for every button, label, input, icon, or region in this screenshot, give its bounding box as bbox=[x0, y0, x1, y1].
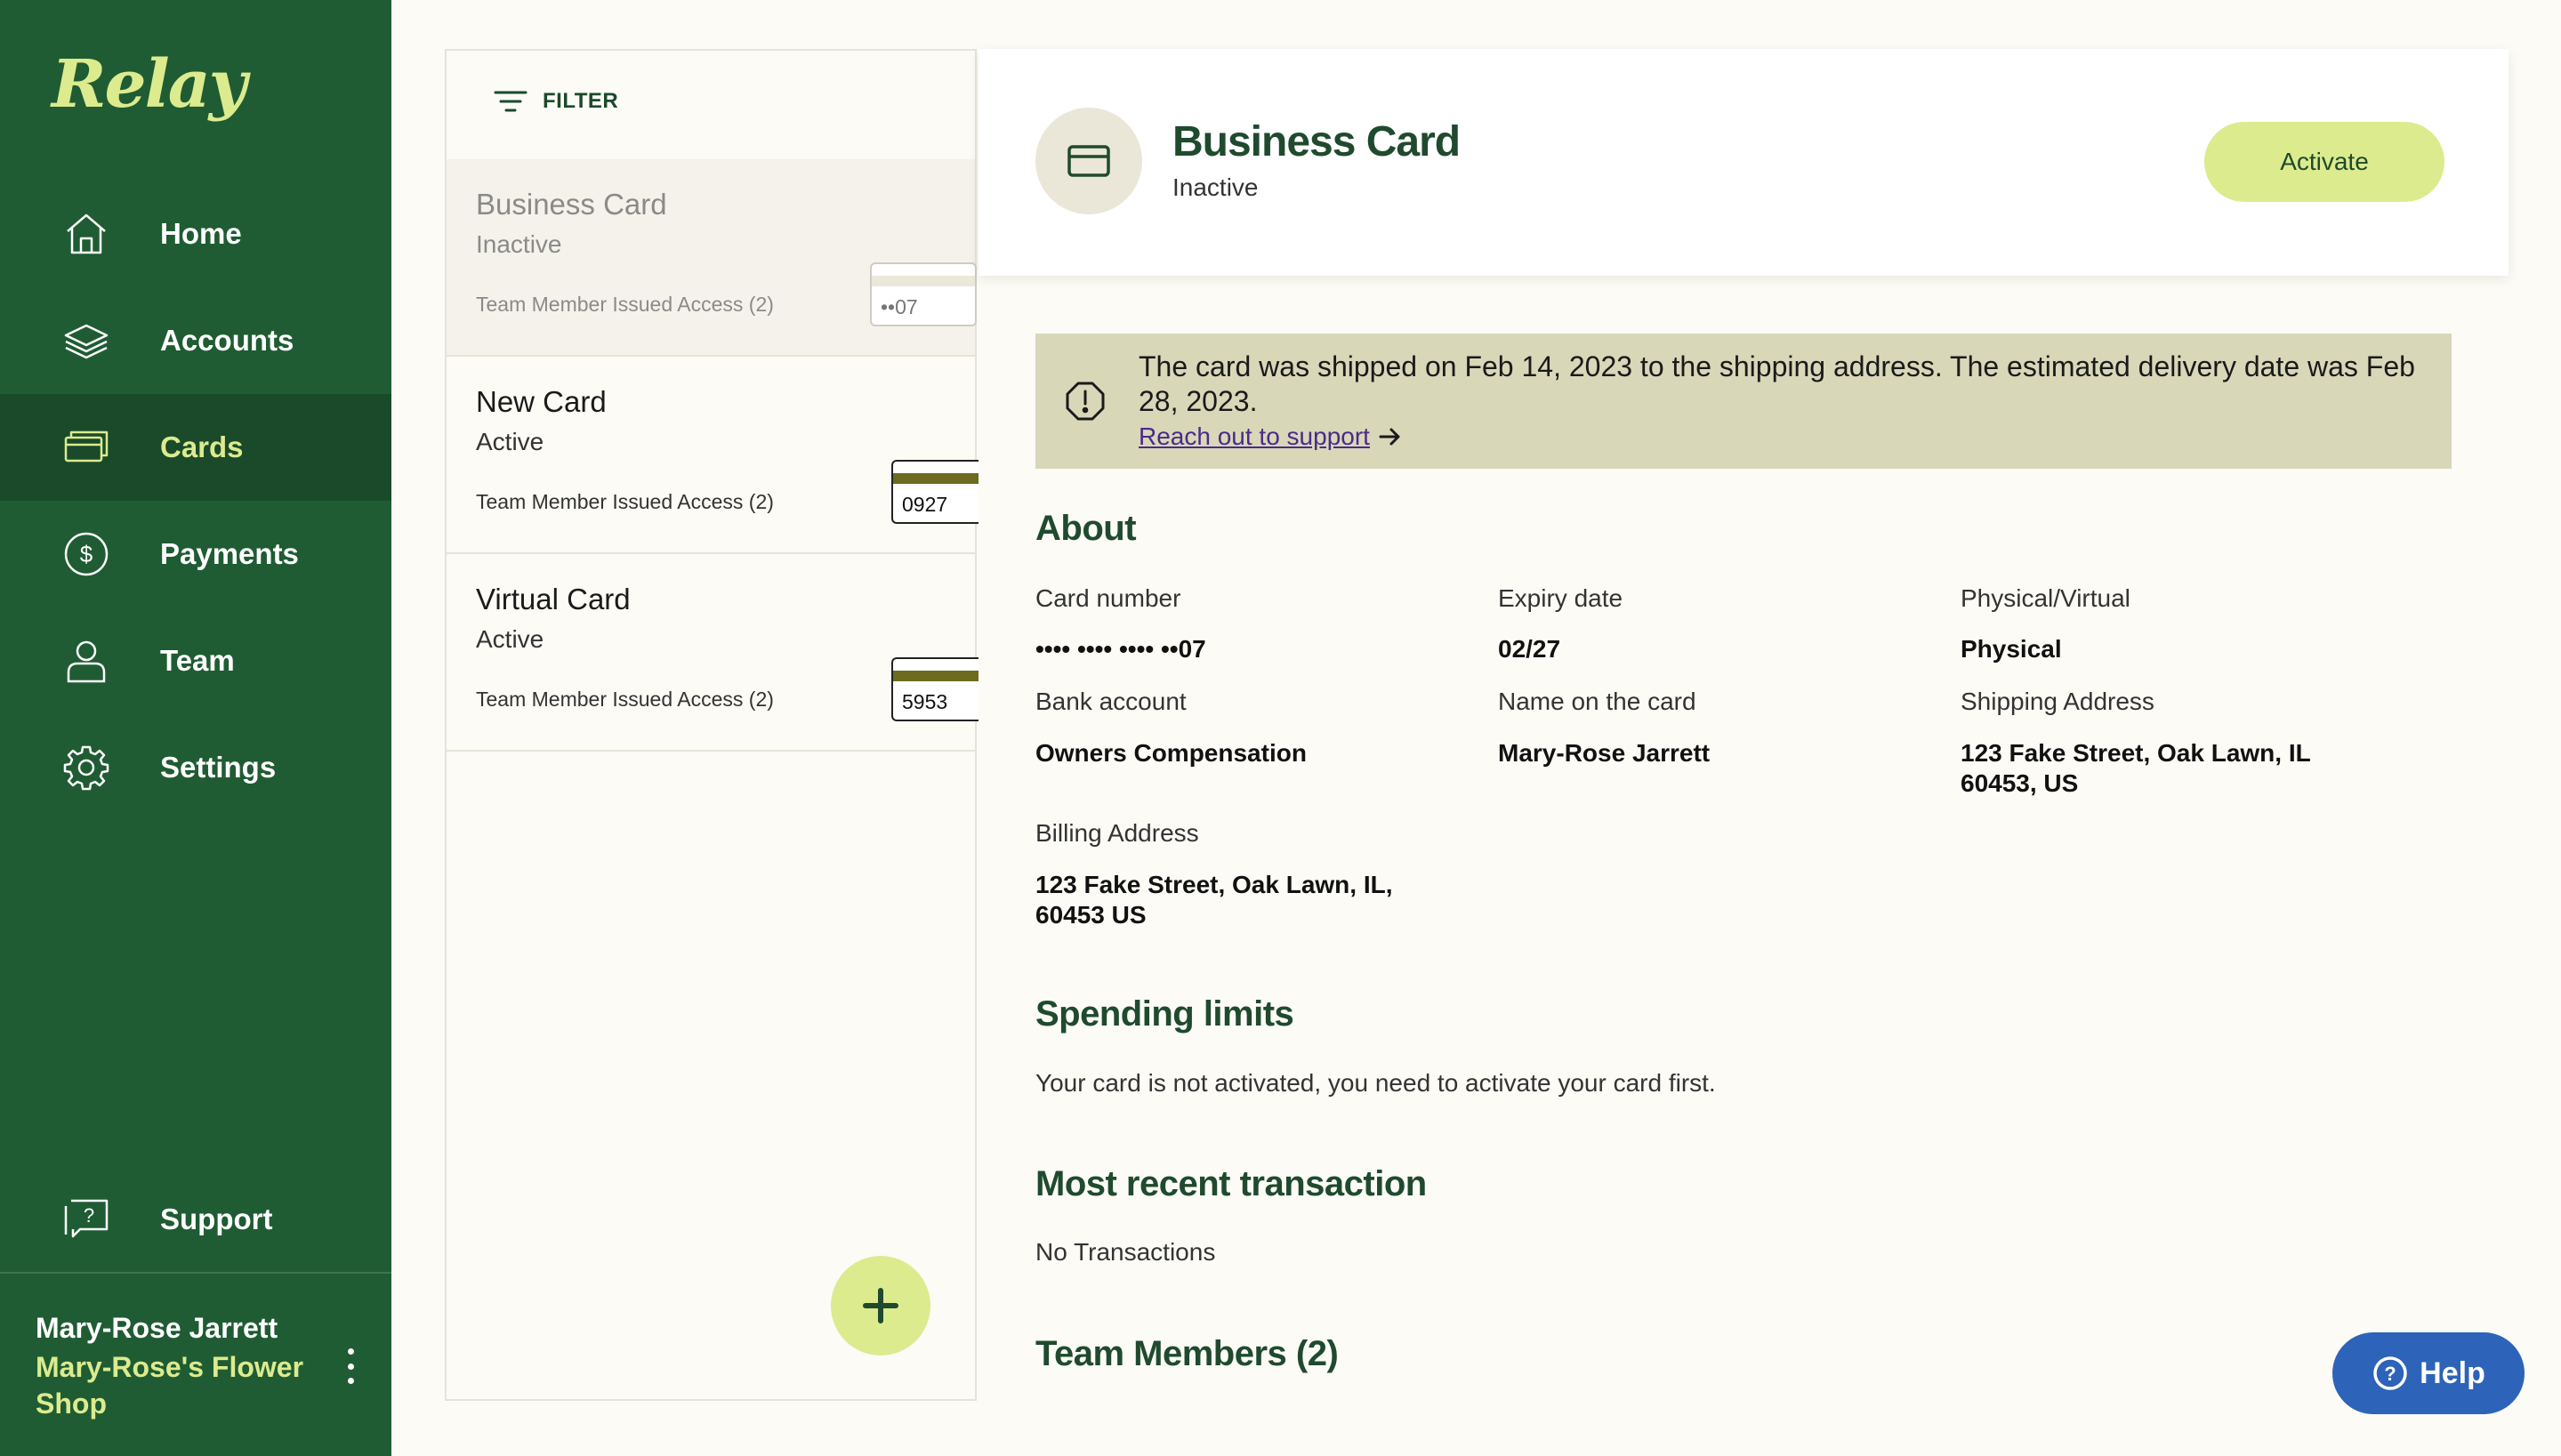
shipping-notice: The card was shipped on Feb 14, 2023 to … bbox=[1035, 334, 2452, 469]
card-icon bbox=[62, 423, 110, 471]
sidebar-item-label: Support bbox=[160, 1203, 273, 1235]
bank-account-value: Owners Compensation bbox=[1035, 739, 1307, 767]
sidebar-item-support[interactable]: ? Support bbox=[0, 1166, 391, 1273]
svg-text:$: $ bbox=[80, 541, 93, 567]
card-header: Business Card Inactive Activate bbox=[978, 49, 2509, 276]
sidebar-item-cards[interactable]: Cards bbox=[0, 394, 391, 501]
sidebar-item-label: Payments bbox=[160, 537, 299, 570]
notice-text: The card was shipped on Feb 14, 2023 to … bbox=[1139, 350, 2415, 417]
sidebar-item-label: Home bbox=[160, 217, 242, 250]
card-list-item[interactable]: Business Card Inactive Team Member Issue… bbox=[447, 159, 977, 357]
relay-logo[interactable]: Relay bbox=[52, 46, 247, 123]
expiry-label: Expiry date bbox=[1498, 584, 1623, 612]
card-thumbnail: 0927 bbox=[891, 460, 978, 524]
card-title: Business Card bbox=[1172, 118, 1461, 165]
filter-icon bbox=[494, 91, 528, 112]
card-item-status: Inactive bbox=[476, 230, 562, 258]
expiry-value: 02/27 bbox=[1498, 635, 1561, 663]
billing-address-line1: 123 Fake Street, Oak Lawn, IL, bbox=[1035, 871, 1393, 898]
card-status: Inactive bbox=[1172, 173, 1259, 201]
card-thumbnail: ••07 bbox=[870, 262, 977, 326]
activate-button[interactable]: Activate bbox=[2204, 122, 2444, 202]
support-link-label: Reach out to support bbox=[1139, 422, 1370, 450]
sidebar-item-home[interactable]: Home bbox=[0, 181, 391, 287]
svg-text:?: ? bbox=[2384, 1363, 2396, 1385]
card-last4: 5953 bbox=[902, 690, 948, 713]
card-item-access: Team Member Issued Access (2) bbox=[476, 293, 774, 316]
layers-icon bbox=[62, 317, 110, 365]
billing-address-label: Billing Address bbox=[1035, 819, 1199, 847]
card-item-name: Virtual Card bbox=[476, 583, 631, 615]
recent-transaction-heading: Most recent transaction bbox=[1035, 1164, 1427, 1203]
more-options-icon[interactable] bbox=[340, 1348, 361, 1384]
sidebar-divider bbox=[0, 1272, 391, 1274]
card-last4: 0927 bbox=[902, 493, 948, 516]
card-type-label: Physical/Virtual bbox=[1961, 584, 2130, 612]
name-on-card-value: Mary-Rose Jarrett bbox=[1498, 739, 1711, 767]
arrow-right-icon bbox=[1379, 428, 1400, 446]
filter-button[interactable]: FILTER bbox=[493, 88, 618, 115]
card-item-name: New Card bbox=[476, 385, 607, 418]
card-list-item[interactable]: Virtual Card Active Team Member Issued A… bbox=[447, 554, 978, 752]
card-item-name: Business Card bbox=[476, 188, 667, 221]
user-name: Mary-Rose Jarrett bbox=[36, 1312, 278, 1344]
svg-text:?: ? bbox=[84, 1204, 94, 1227]
shipping-address-line1: 123 Fake Street, Oak Lawn, IL bbox=[1961, 739, 2311, 767]
person-icon bbox=[62, 637, 110, 685]
shipping-address-line2: 60453, US bbox=[1961, 769, 2079, 797]
plus-icon bbox=[863, 1288, 898, 1323]
card-number-label: Card number bbox=[1035, 584, 1181, 612]
add-card-button[interactable] bbox=[831, 1256, 930, 1355]
help-icon: ? bbox=[2373, 1356, 2407, 1390]
help-label: Help bbox=[2420, 1355, 2485, 1390]
sidebar-item-label: Accounts bbox=[160, 324, 294, 357]
sidebar-item-label: Team bbox=[160, 644, 235, 677]
card-list-panel: FILTER Business Card Inactive Team Membe… bbox=[445, 49, 978, 1401]
card-type-value: Physical bbox=[1961, 635, 2062, 663]
home-icon bbox=[62, 210, 110, 258]
gear-icon bbox=[62, 744, 110, 792]
about-heading: About bbox=[1035, 509, 1137, 548]
filter-label: FILTER bbox=[543, 89, 619, 113]
billing-address-line2: 60453 US bbox=[1035, 901, 1147, 929]
spending-limits-text: Your card is not activated, you need to … bbox=[1035, 1069, 1716, 1097]
shipping-address-label: Shipping Address bbox=[1961, 688, 2154, 715]
team-members-heading[interactable]: Team Members (2) bbox=[1035, 1334, 1339, 1374]
sidebar-item-settings[interactable]: Settings bbox=[0, 714, 391, 821]
sidebar-item-label: Cards bbox=[160, 430, 244, 463]
sidebar-item-payments[interactable]: $ Payments bbox=[0, 501, 391, 607]
card-thumbnail: 5953 bbox=[891, 657, 978, 721]
sidebar-item-label: Settings bbox=[160, 751, 277, 784]
name-on-card-label: Name on the card bbox=[1498, 688, 1696, 715]
sidebar-item-team[interactable]: Team bbox=[0, 607, 391, 714]
dollar-icon: $ bbox=[62, 530, 110, 578]
spending-limits-heading: Spending limits bbox=[1035, 994, 1294, 1034]
card-item-access: Team Member Issued Access (2) bbox=[476, 688, 774, 711]
card-item-access: Team Member Issued Access (2) bbox=[476, 490, 774, 513]
company-name: Mary-Rose's Flower Shop bbox=[36, 1351, 304, 1420]
alert-octagon-icon bbox=[1066, 382, 1105, 421]
card-number-value: •••• •••• •••• ••07 bbox=[1035, 635, 1206, 663]
bank-account-label: Bank account bbox=[1035, 688, 1187, 715]
card-avatar bbox=[1035, 108, 1142, 214]
card-list-item[interactable]: New Card Active Team Member Issued Acces… bbox=[447, 357, 978, 554]
help-button[interactable]: ? Help bbox=[2332, 1332, 2525, 1414]
support-icon: ? bbox=[62, 1195, 110, 1243]
credit-card-icon bbox=[1067, 145, 1110, 177]
sidebar: Relay Home Accounts Cards $ Payments Tea… bbox=[0, 0, 391, 1456]
sidebar-item-accounts[interactable]: Accounts bbox=[0, 287, 391, 394]
card-item-status: Active bbox=[476, 428, 544, 455]
recent-transaction-text: No Transactions bbox=[1035, 1238, 1216, 1266]
support-link[interactable]: Reach out to support bbox=[1139, 422, 1404, 451]
card-last4: ••07 bbox=[881, 295, 918, 318]
card-item-status: Active bbox=[476, 625, 544, 653]
